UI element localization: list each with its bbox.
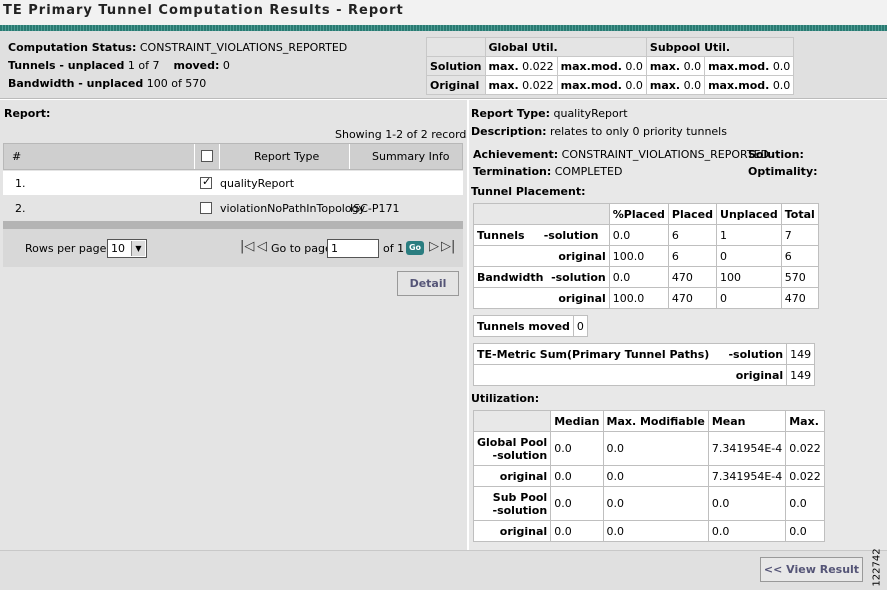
- optimality-label: Optimality:: [748, 165, 818, 178]
- placement-row: Bandwidth -solution 0.0 470 100 570: [473, 266, 819, 288]
- rows-per-page-label: Rows per page:: [25, 242, 111, 255]
- placement-row: Tunnels -solution 0.0 6 1 7: [473, 224, 819, 246]
- col-summary-info: Summary Info: [372, 150, 450, 163]
- achievement-line: Achievement: CONSTRAINT_VIOLATIONS_REPOR…: [473, 148, 770, 161]
- tunnel-placement-table: %Placed Placed Unplaced Total Tunnels -s…: [473, 203, 819, 309]
- select-all-checkbox[interactable]: [201, 150, 213, 162]
- report-type-cell: violationNoPathInTopology: [220, 202, 366, 215]
- page-title: TE Primary Tunnel Computation Results - …: [3, 3, 404, 18]
- computation-status: Computation Status: CONSTRAINT_VIOLATION…: [8, 41, 348, 54]
- util-detail-row: original 0.0 0.0 0.0 0.0: [472, 520, 825, 542]
- placement-row: original 100.0 470 0 470: [473, 287, 819, 309]
- report-table-header: # Report Type Summary Info: [3, 143, 463, 170]
- pagination-bar: Rows per page: 10 ▼ |◁ ◁ Go to page: 1 o…: [3, 229, 463, 267]
- row-checkbox[interactable]: [200, 202, 212, 214]
- row-checkbox[interactable]: [200, 175, 212, 189]
- detail-button[interactable]: Detail: [397, 271, 459, 296]
- report-type-cell: qualityReport: [220, 177, 295, 190]
- go-button[interactable]: Go: [406, 241, 424, 255]
- te-metric-table: TE-Metric Sum(Primary Tunnel Paths) -sol…: [472, 343, 816, 386]
- horizontal-scrollbar[interactable]: [3, 221, 463, 229]
- tunnels-unplaced: Tunnels - unplaced 1 of 7 moved: 0: [8, 59, 230, 72]
- utilization-label: Utilization:: [471, 392, 540, 405]
- util-detail-row: original 0.0 0.0 7.341954E-4 0.022: [472, 465, 825, 487]
- figure-id: 122742: [871, 548, 883, 587]
- col-number: #: [12, 150, 22, 163]
- table-row[interactable]: 2. violationNoPathInTopology ISC-P171: [3, 196, 463, 220]
- util-row-solution: Solution max. 0.022 max.mod. 0.0 max. 0.…: [426, 56, 795, 76]
- page-count: of 1: [383, 242, 405, 255]
- first-page-icon[interactable]: |◁: [240, 239, 254, 254]
- global-util-header: Global Util.: [484, 37, 647, 57]
- table-row[interactable]: 1. qualityReport: [3, 171, 463, 195]
- util-row-original: Original max. 0.022 max.mod. 0.0 max. 0.…: [426, 75, 795, 95]
- description-line: Description: relates to only 0 priority …: [471, 125, 727, 138]
- prev-page-icon[interactable]: ◁: [257, 239, 267, 254]
- util-detail-row: Sub Pool -solution 0.0 0.0 0.0 0.0: [472, 486, 825, 521]
- report-label: Report:: [4, 107, 51, 120]
- next-page-icon[interactable]: ▷: [429, 239, 439, 254]
- termination-line: Termination: COMPLETED: [473, 165, 623, 178]
- footer-bar: [0, 550, 887, 590]
- view-result-button[interactable]: << View Result: [760, 557, 863, 582]
- bandwidth-unplaced: Bandwidth - unplaced 100 of 570: [8, 77, 207, 90]
- chevron-down-icon: ▼: [131, 241, 145, 256]
- utilization-detail-table: Median Max. Modifiable Mean Max. Global …: [472, 410, 825, 542]
- subpool-util-header: Subpool Util.: [645, 37, 795, 57]
- rows-per-page-select[interactable]: 10 ▼: [107, 239, 147, 258]
- solution-label: Solution:: [748, 148, 804, 161]
- placement-row: original 100.0 6 0 6: [473, 245, 819, 267]
- last-page-icon[interactable]: ▷|: [441, 239, 455, 254]
- page-number-input[interactable]: 1: [327, 239, 379, 258]
- title-bar: TE Primary Tunnel Computation Results - …: [0, 0, 887, 25]
- summary-cell: ISC-P171: [350, 202, 400, 215]
- records-count: Showing 1-2 of 2 records: [335, 128, 473, 141]
- utilization-summary-table: Global Util. Subpool Util. Solution max.…: [426, 37, 795, 95]
- util-detail-row: Global Pool -solution 0.0 0.0 7.341954E-4…: [472, 431, 825, 466]
- tunnel-placement-label: Tunnel Placement:: [471, 185, 586, 198]
- col-report-type: Report Type: [254, 150, 320, 163]
- report-type-line: Report Type: qualityReport: [471, 107, 628, 120]
- tunnels-moved-table: Tunnels moved 0: [473, 315, 588, 337]
- go-to-page-label: Go to page:: [271, 242, 336, 255]
